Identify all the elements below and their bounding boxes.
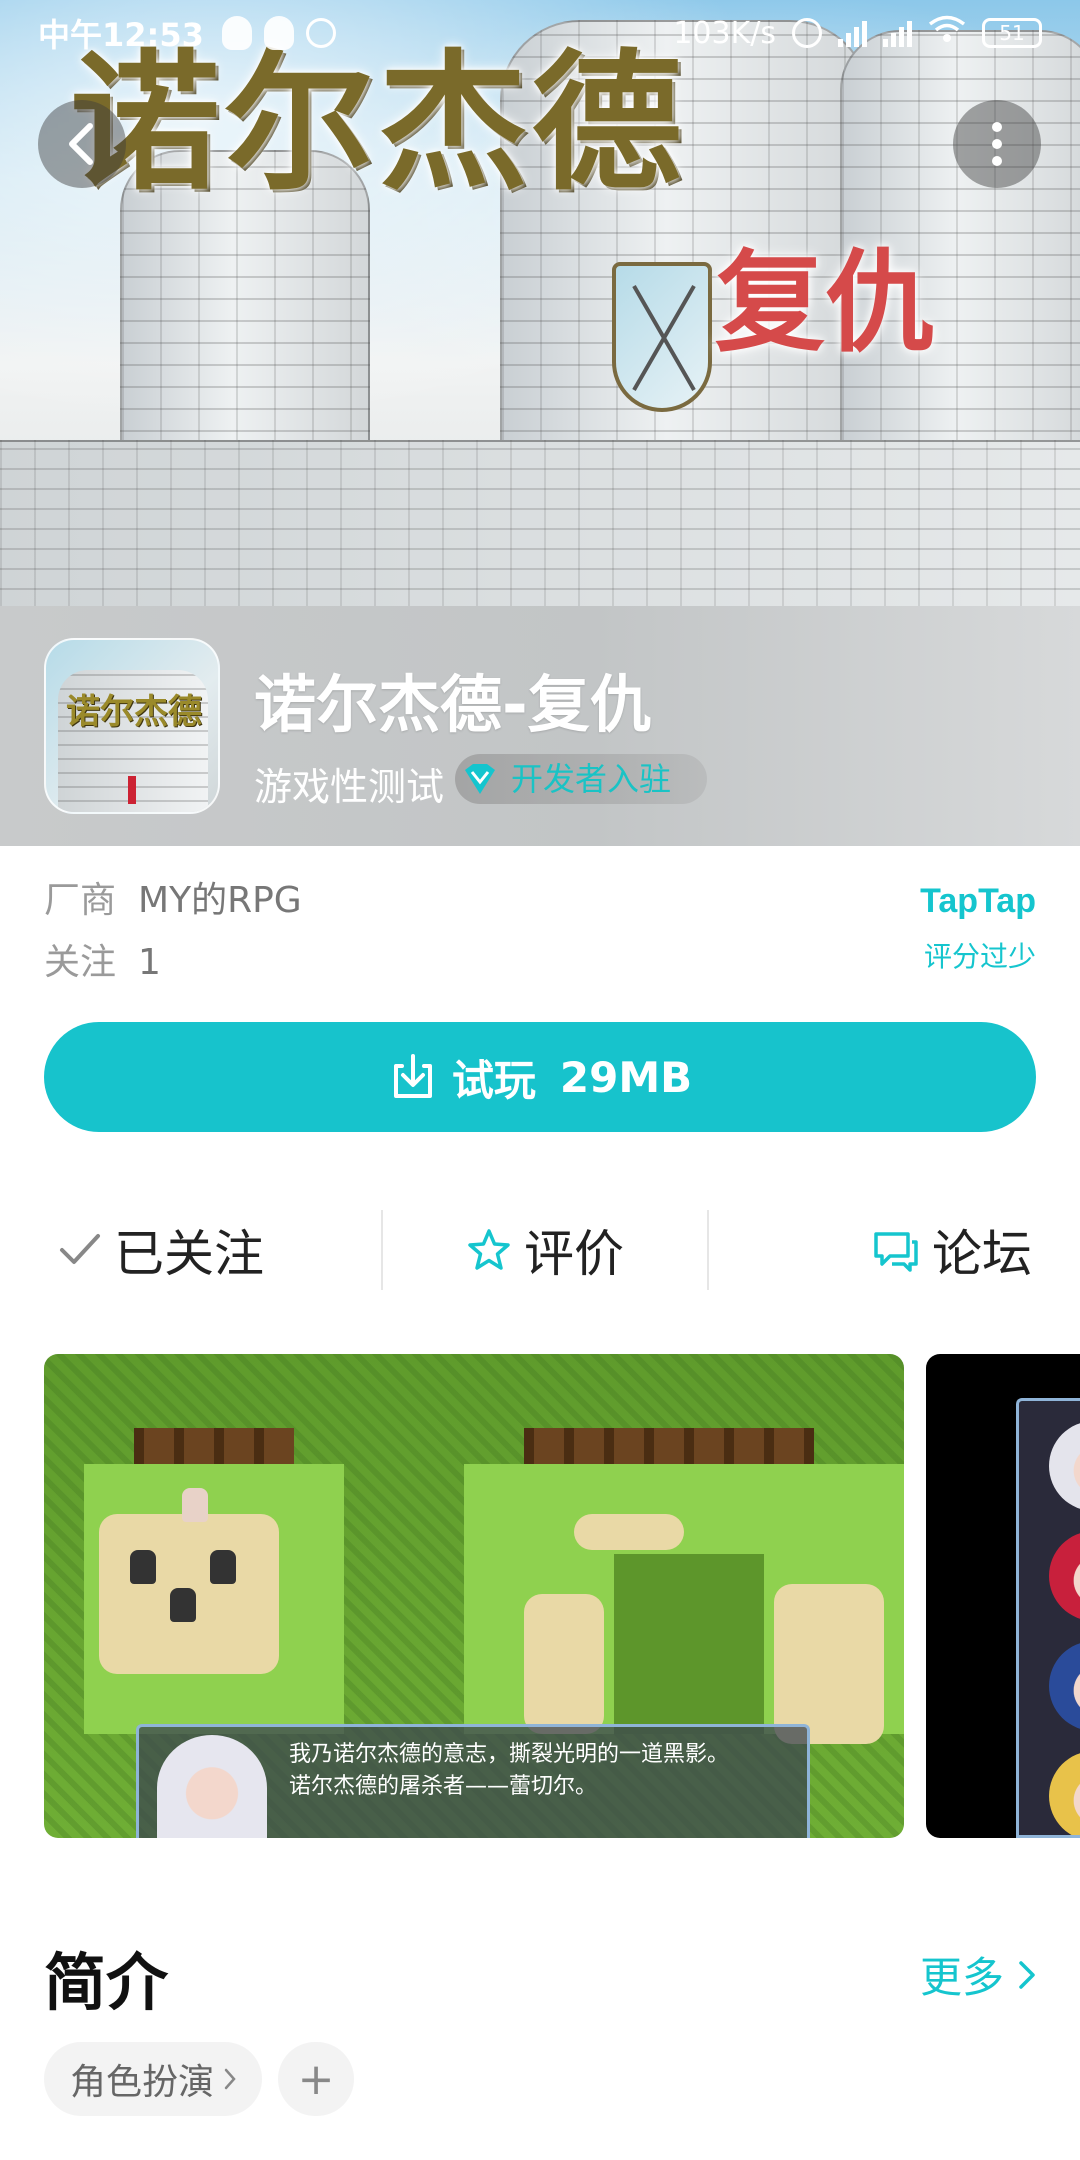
app-title: 诺尔杰德-复仇 [254,668,652,741]
more-vertical-icon [992,122,1002,166]
download-label: 试玩 [451,1055,536,1105]
action-row: 已关注 评价 论坛 [0,1200,1080,1300]
tag-chip[interactable]: 角色扮演 [44,2042,263,2116]
trial-download-button[interactable]: 试玩 29MB [44,1022,1036,1132]
banner-subtitle: 复仇 [715,238,935,367]
back-button[interactable] [38,100,126,188]
game-screenshot[interactable] [926,1354,1080,1838]
taptap-logo: TapTap [920,882,1036,920]
developer-badge-label: 开发者入驻 [511,760,672,798]
review-label: 评价 [523,1225,624,1283]
vendor-row: 厂商 MY的RPG [44,870,302,932]
followed-button[interactable]: 已关注 [0,1214,381,1286]
qq-icon [263,16,294,50]
rating-block[interactable]: TapTap 评分过少 [920,882,1036,975]
signal-icon [838,19,867,47]
qq-icon [221,16,252,50]
dialog-line: 诺尔杰德的屠杀者——蕾切尔。 [289,1774,598,1799]
followed-label: 已关注 [114,1225,264,1283]
portrait-list [1016,1398,1080,1838]
dialog-line: 我乃诺尔杰德的意志，撕裂光明的一道黑影。 [289,1742,730,1767]
forum-button[interactable]: 论坛 [709,1214,1080,1286]
developer-badge[interactable]: 开发者入驻 [455,754,708,804]
diamond-badge-icon [465,764,495,794]
tag-list: 角色扮演 + [44,2042,355,2116]
signal-icon [883,19,912,47]
character-portrait [157,1735,267,1838]
clock-icon [792,18,822,48]
alarm-icon [305,18,336,48]
add-tag-button[interactable]: + [278,2042,355,2116]
chevron-right-icon [1019,1960,1035,1989]
rating-note: 评分过少 [923,940,1036,973]
back-arrow-icon [69,123,93,165]
banner-title: 诺尔杰德 [70,35,687,211]
game-banner: 诺尔杰德 复仇 [0,0,1080,606]
follow-row: 关注 1 [44,932,302,994]
app-icon: 诺尔杰德 [44,638,220,814]
player-sprite [182,1488,208,1522]
app-meta: 厂商 MY的RPG 关注 1 [44,870,302,994]
game-screenshot[interactable]: 我乃诺尔杰德的意志，撕裂光明的一道黑影。 诺尔杰德的屠杀者——蕾切尔。 [44,1354,904,1838]
intro-title: 简介 [44,1946,169,2019]
check-icon [60,1234,100,1264]
status-right: 103K/s 51 [673,15,1042,51]
crossed-swords-shield-icon [612,262,712,412]
status-time: 中午12:53 [38,16,204,54]
intro-more-link[interactable]: 更多 [920,1944,1036,2005]
dialog-box: 我乃诺尔杰德的意志，撕裂光明的一道黑影。 诺尔杰德的屠杀者——蕾切尔。 [136,1724,810,1838]
follow-label: 关注 [44,942,117,983]
follow-count: 1 [138,942,161,983]
vendor-value[interactable]: MY的RPG [138,880,302,921]
status-bar: 中午12:53 103K/s 51 [0,0,1080,66]
tag-label: 角色扮演 [70,2062,215,2103]
star-outline-icon [468,1229,510,1270]
wifi-icon [928,15,966,51]
notification-icons [221,16,336,50]
intro-more-label: 更多 [919,1953,1004,2002]
chevron-right-icon [224,2068,236,2090]
review-button[interactable]: 评价 [383,1214,706,1286]
screenshot-carousel[interactable]: 我乃诺尔杰德的意志，撕裂光明的一道黑影。 诺尔杰德的屠杀者——蕾切尔。 [44,1354,1080,1838]
castle-wall [0,440,1080,606]
app-status-label: 游戏性测试 [254,765,445,809]
download-icon [393,1054,432,1098]
app-icon-text: 诺尔杰德 [66,692,202,732]
chat-bubble-icon [874,1232,918,1272]
download-size: 29MB [559,1052,693,1102]
more-options-button[interactable] [953,100,1041,188]
forum-label: 论坛 [931,1225,1032,1283]
app-info-header: 诺尔杰德 诺尔杰德-复仇 游戏性测试 开发者入驻 [0,606,1080,846]
vendor-label: 厂商 [44,880,117,921]
network-speed: 103K/s [673,15,776,51]
battery-icon: 51 [982,18,1042,48]
